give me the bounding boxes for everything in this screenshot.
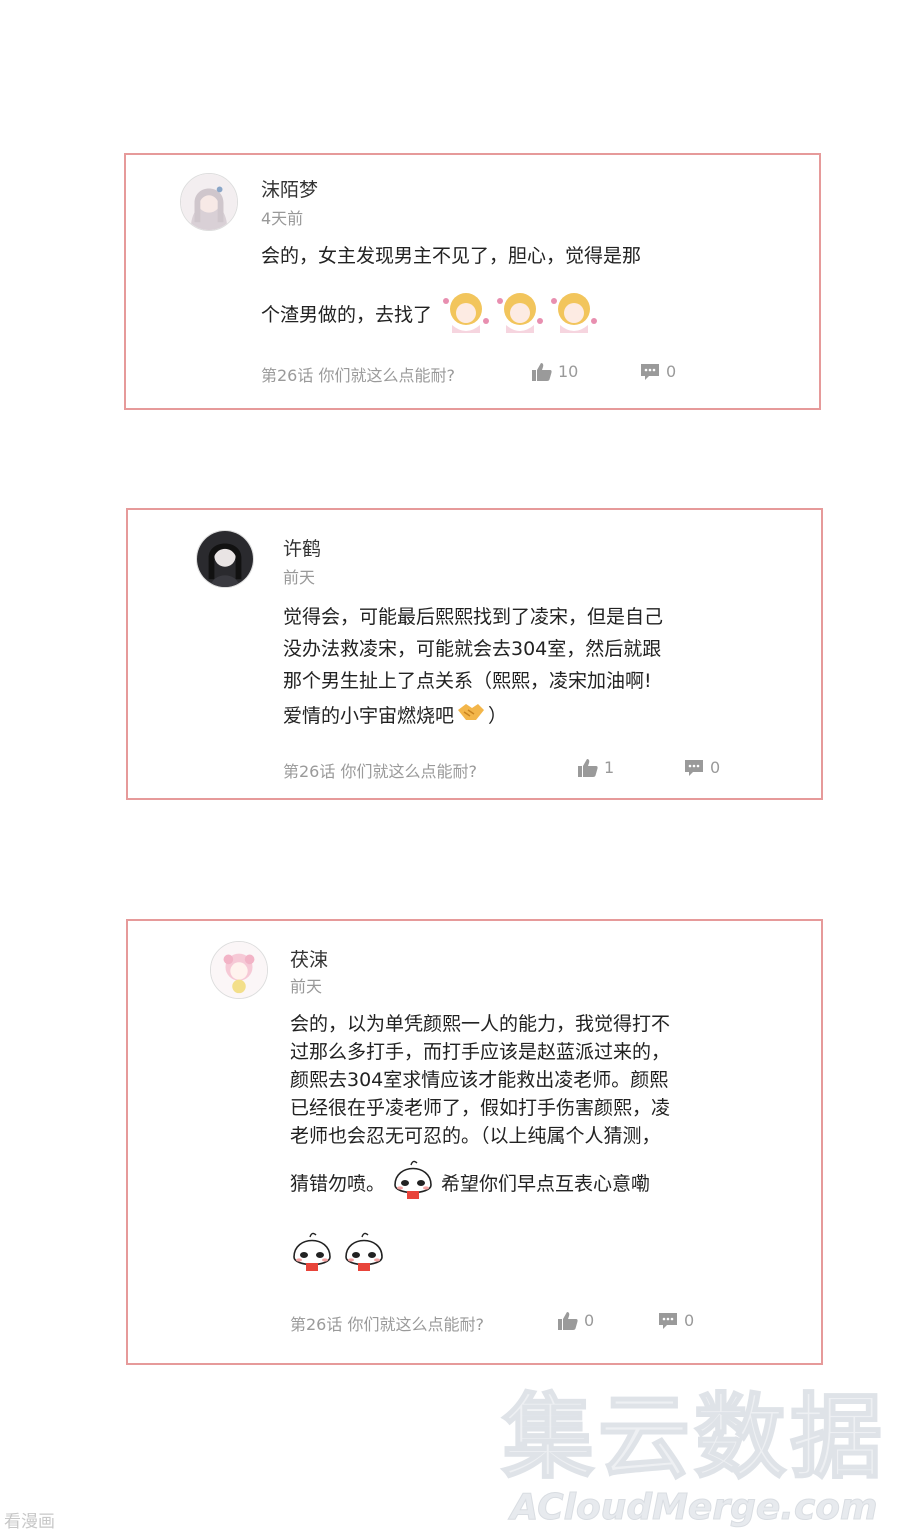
comment-text-line: 会的，以为单凭颜熙一人的能力，我觉得打不 [290, 1013, 671, 1035]
comment-bubble-icon [685, 759, 703, 776]
reply-count: 0 [684, 1311, 695, 1330]
comment-text-fragment: 猜错勿喷。 [290, 1173, 386, 1195]
like-count: 1 [604, 758, 615, 777]
comment-text-fragment: 爱情的小宇宙燃烧吧 [283, 705, 455, 727]
handshake-icon [458, 704, 485, 720]
reply-count: 0 [710, 758, 721, 777]
sticker-row [288, 1227, 388, 1277]
comment-bubble-icon [641, 363, 659, 380]
sticker-emoji [548, 285, 600, 342]
watermark-en: ACloudMerge.com [510, 1486, 878, 1528]
like-button[interactable]: 0 [558, 1311, 594, 1330]
sticker-emoji [440, 285, 492, 342]
comment-text-line: 觉得会，可能最后熙熙找到了凌宋，但是自己 [283, 606, 664, 628]
watermark-cn: 集云数据 [501, 1384, 886, 1491]
post-time: 前天 [290, 977, 323, 996]
like-button[interactable]: 10 [532, 362, 578, 381]
avatar-image [181, 174, 237, 230]
sticker-emoji [456, 700, 486, 729]
comment-text-line: 那个男生扯上了点关系（熙熙，凌宋加油啊! [283, 670, 652, 692]
like-count: 10 [558, 362, 579, 381]
post-time: 前天 [283, 568, 316, 587]
comment-bubble-icon [659, 1312, 677, 1329]
episode-link[interactable]: 第26话 你们就这么点能耐? [261, 362, 455, 386]
user-avatar[interactable] [196, 530, 254, 588]
like-button[interactable]: 1 [578, 758, 614, 777]
comment-text-fragment: ） [488, 705, 508, 727]
username[interactable]: 许鹤 [283, 534, 321, 561]
blonde-girl-sticker-icon [443, 293, 490, 333]
user-avatar[interactable] [180, 173, 238, 231]
thumbs-up-icon [532, 362, 552, 381]
comment-text-line: 爱情的小宇宙燃烧吧 ） [283, 700, 507, 729]
bun-face-sticker-icon [345, 1232, 383, 1271]
bun-face-sticker-icon [293, 1232, 331, 1271]
comment-card-3: 茯涑 前天 会的，以为单凭颜熙一人的能力，我觉得打不 过那么多打手，而打手应该是… [126, 919, 823, 1365]
reply-count: 0 [666, 362, 677, 381]
comment-text-line: 颜熙去304室求情应该才能救出凌老师。颜熙 [290, 1069, 669, 1091]
episode-link[interactable]: 第26话 你们就这么点能耐? [283, 758, 477, 782]
comment-text-fragment: 个渣男做的，去找了 [261, 304, 433, 326]
comment-text-line: 没办法救凌宋，可能就会去304室，然后就跟 [283, 638, 662, 660]
reply-button[interactable]: 0 [658, 1311, 694, 1330]
comment-card-2: 许鹤 前天 觉得会，可能最后熙熙找到了凌宋，但是自己 没办法救凌宋，可能就会去3… [126, 508, 823, 800]
thumbs-up-icon [578, 758, 598, 777]
comment-text-line: 已经很在乎凌老师了，假如打手伤害颜熙，凌 [290, 1097, 671, 1119]
comment-text-fragment: 希望你们早点互表心意嘞 [441, 1173, 651, 1195]
watermark: 集云数据 ACloudMerge.com [501, 1384, 886, 1528]
username[interactable]: 沫陌梦 [261, 175, 318, 202]
corner-brand: 看漫画 [4, 1512, 55, 1532]
user-avatar[interactable] [210, 941, 268, 999]
blonde-girl-sticker-icon [497, 293, 544, 333]
comment-text-line: 会的，女主发现男主不见了，胆心，觉得是那 [261, 245, 642, 267]
sticker-emoji [494, 285, 546, 342]
comment-text-line: 个渣男做的，去找了 [261, 285, 600, 342]
post-time: 4天前 [261, 209, 304, 228]
comment-text-line: 过那么多打手，而打手应该是赵蓝派过来的， [290, 1041, 671, 1063]
blonde-girl-sticker-icon [551, 293, 598, 333]
comment-text-line: 老师也会忍无可忍的。（以上纯属个人猜测， [290, 1125, 661, 1147]
comment-text-line: 猜错勿喷。 希望你们早点互表心意嘞 [290, 1155, 650, 1210]
episode-link[interactable]: 第26话 你们就这么点能耐? [290, 1311, 484, 1335]
sticker-emoji [389, 1155, 437, 1210]
reply-button[interactable]: 0 [640, 362, 676, 381]
bun-face-sticker-icon [394, 1160, 432, 1199]
avatar-image [211, 942, 267, 998]
username[interactable]: 茯涑 [290, 945, 328, 972]
reply-button[interactable]: 0 [684, 758, 720, 777]
avatar-image [197, 531, 253, 587]
like-count: 0 [584, 1311, 595, 1330]
comment-card-1: 沫陌梦 4天前 会的，女主发现男主不见了，胆心，觉得是那 个渣男做的，去找了 第… [124, 153, 821, 410]
thumbs-up-icon [558, 1311, 578, 1330]
